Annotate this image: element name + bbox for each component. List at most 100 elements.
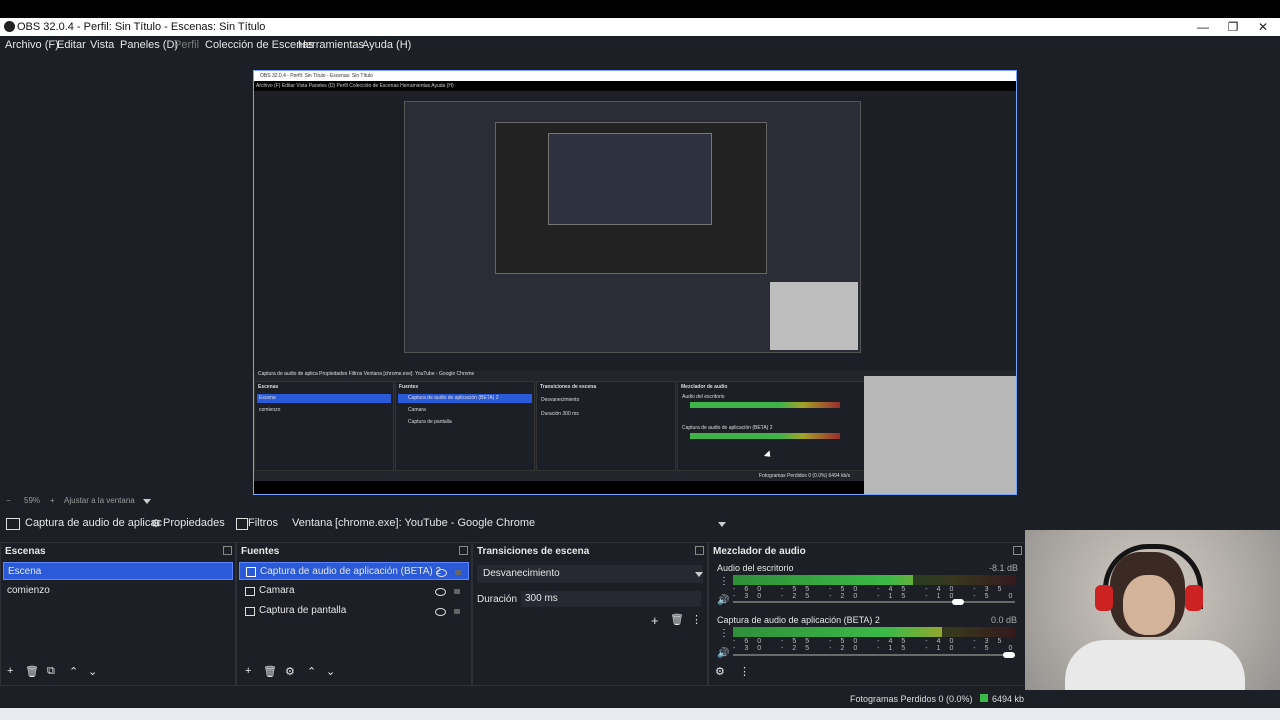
source-item-camara[interactable]: Camara bbox=[239, 582, 469, 600]
zoom-out-button[interactable]: − bbox=[6, 496, 11, 505]
maximize-button[interactable]: ❐ bbox=[1218, 18, 1248, 36]
source-item-captura-pantalla[interactable]: Captura de pantalla bbox=[239, 602, 469, 620]
dock-undock-icon[interactable] bbox=[459, 546, 468, 555]
advanced-audio-icon[interactable]: ⚙ bbox=[715, 665, 725, 678]
nested-preview bbox=[254, 91, 1016, 371]
sources-title: Fuentes bbox=[241, 546, 280, 557]
camera-icon bbox=[245, 587, 255, 596]
channel-db: 0.0 dB bbox=[991, 615, 1018, 625]
menu-ayuda[interactable]: Ayuda (H) bbox=[362, 39, 411, 51]
chevron-down-icon[interactable] bbox=[143, 499, 151, 504]
trash-icon[interactable]: 🗑 bbox=[25, 665, 39, 678]
trash-icon[interactable]: 🗑 bbox=[263, 665, 277, 678]
duration-spinbox[interactable]: 300 ms bbox=[521, 591, 701, 607]
bitrate: 6494 kb bbox=[992, 694, 1025, 704]
move-up-button[interactable]: ⌃ bbox=[307, 665, 316, 678]
gear-icon: ⚙ bbox=[151, 518, 161, 530]
more-options-icon[interactable]: ⋮ bbox=[739, 665, 750, 678]
nested-meter-2 bbox=[690, 433, 840, 439]
menu-archivo[interactable]: Archivo (F) bbox=[5, 39, 59, 51]
window-select[interactable]: [chrome.exe]: YouTube - Google Chrome bbox=[330, 516, 730, 532]
menu-perfil[interactable]: Perfil bbox=[174, 39, 199, 51]
filters-button[interactable]: Filtros bbox=[248, 517, 278, 529]
lock-icon[interactable] bbox=[454, 589, 460, 594]
nested-screen-level-2 bbox=[404, 101, 861, 353]
speaker-icon[interactable]: 🔊 bbox=[717, 595, 729, 606]
nested-status: Fotogramas Perdidos 0 (0.0%) 6494 kb/s bbox=[759, 473, 851, 479]
duration-value: 300 ms bbox=[525, 593, 558, 604]
nested-sources-title: Fuentes bbox=[399, 384, 419, 390]
volume-slider-handle[interactable] bbox=[952, 599, 965, 605]
filters-icon[interactable]: ⧉ bbox=[47, 665, 55, 678]
lock-icon[interactable] bbox=[454, 609, 460, 614]
add-scene-button[interactable]: + bbox=[7, 665, 13, 677]
zoom-fit-dropdown[interactable]: Ajustar a la ventana bbox=[64, 496, 135, 505]
menu-editar[interactable]: Editar bbox=[57, 39, 86, 51]
move-up-button[interactable]: ⌃ bbox=[69, 665, 78, 678]
dock-undock-icon[interactable] bbox=[695, 546, 704, 555]
menu-paneles[interactable]: Paneles (D) bbox=[120, 39, 178, 51]
close-button[interactable]: ✕ bbox=[1248, 18, 1278, 36]
audio-mixer-dock: Mezclador de audio Audio del escritorio … bbox=[708, 542, 1026, 686]
transition-select[interactable]: Desvanecimiento bbox=[477, 565, 703, 583]
nested-screen-level-3 bbox=[495, 122, 767, 274]
audio-capture-icon bbox=[246, 567, 256, 577]
nested-toolbar: Captura de audio de aplica Propiedades F… bbox=[258, 371, 475, 377]
headphone-cup-right bbox=[1185, 585, 1203, 611]
properties-button[interactable]: Propiedades bbox=[163, 517, 225, 529]
obs-logo-icon bbox=[4, 21, 15, 32]
source-label: Camara bbox=[259, 585, 295, 596]
meter-scale: -60 -55 -50 -45 -40 -35 -30 -25 -20 -15 … bbox=[733, 586, 1022, 600]
move-down-button[interactable]: ⌄ bbox=[326, 665, 335, 678]
eye-icon[interactable] bbox=[436, 569, 447, 577]
sources-dock: Fuentes Captura de audio de aplicación (… bbox=[236, 542, 472, 686]
volume-slider[interactable] bbox=[733, 652, 1015, 658]
volume-slider[interactable] bbox=[733, 599, 1015, 605]
minimize-button[interactable]: — bbox=[1188, 18, 1218, 36]
nested-mixer-title: Mezclador de audio bbox=[681, 384, 728, 390]
speaker-icon[interactable]: 🔊 bbox=[717, 648, 729, 659]
nested-meter-1 bbox=[690, 402, 840, 408]
more-options-icon[interactable]: ⋮ bbox=[719, 576, 729, 587]
mixer-title: Mezclador de audio bbox=[713, 546, 806, 557]
more-options-icon[interactable]: ⋮ bbox=[719, 628, 729, 639]
mixer-footer: ⚙ ⋮ bbox=[709, 665, 1025, 679]
eye-icon[interactable] bbox=[435, 608, 446, 616]
volume-slider-handle[interactable] bbox=[1003, 652, 1015, 658]
dock-undock-icon[interactable] bbox=[1013, 546, 1022, 555]
nested-sources-panel: Fuentes Captura de audio de aplicación (… bbox=[395, 381, 535, 471]
volume-meter bbox=[733, 575, 1015, 585]
nested-source-1: Captura de audio de aplicación (BETA) 2 bbox=[408, 395, 499, 401]
add-transition-button[interactable]: + bbox=[651, 613, 659, 628]
headphone-cup-left bbox=[1095, 585, 1113, 611]
gear-icon[interactable]: ⚙ bbox=[285, 665, 295, 678]
chevron-down-icon[interactable] bbox=[695, 572, 703, 577]
nested-screen-level-4 bbox=[548, 133, 712, 225]
nested-transition-type: Desvanecimiento bbox=[541, 397, 580, 403]
nested-scenes-panel: Escenas Escena comienzo bbox=[254, 381, 394, 471]
add-source-button[interactable]: + bbox=[245, 665, 251, 677]
nested-menu: Archivo (F) Editar Vista Paneles (D) Per… bbox=[256, 83, 454, 89]
eye-icon[interactable] bbox=[435, 588, 446, 596]
transitions-title: Transiciones de escena bbox=[477, 546, 590, 557]
scenes-footer: + 🗑 ⧉ ⌃ ⌄ bbox=[1, 665, 235, 679]
chevron-down-icon[interactable] bbox=[718, 522, 726, 527]
nested-transitions-panel: Transiciones de escena Desvanecimiento D… bbox=[536, 381, 676, 471]
channel-db: -8.1 dB bbox=[989, 563, 1019, 573]
nested-scene-2: comienzo bbox=[259, 407, 281, 413]
move-down-button[interactable]: ⌄ bbox=[88, 665, 97, 678]
channel-name: Audio del escritorio bbox=[717, 563, 794, 573]
taskbar bbox=[0, 708, 1280, 720]
trash-icon[interactable]: 🗑 bbox=[670, 613, 684, 626]
source-item-audio-capture[interactable]: Captura de audio de aplicación (BETA) 2 bbox=[239, 562, 469, 580]
zoom-in-button[interactable]: + bbox=[50, 496, 55, 505]
scene-item-escena[interactable]: Escena bbox=[3, 562, 233, 580]
lock-icon[interactable] bbox=[455, 570, 461, 575]
more-options-icon[interactable]: ⋮ bbox=[691, 613, 702, 626]
scene-item-comienzo[interactable]: comienzo bbox=[3, 582, 233, 600]
dock-undock-icon[interactable] bbox=[223, 546, 232, 555]
menu-herramientas[interactable]: Herramientas bbox=[298, 39, 364, 51]
menu-vista[interactable]: Vista bbox=[90, 39, 114, 51]
source-label: Captura de audio de aplicación (BETA) 2 bbox=[260, 566, 442, 577]
nested-source-3: Captura de pantalla bbox=[408, 419, 452, 425]
